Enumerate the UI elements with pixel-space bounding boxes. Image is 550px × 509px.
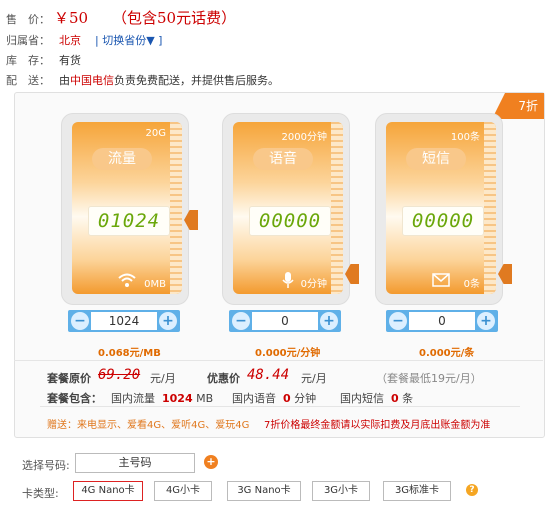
voice-title: 语音 [253, 148, 313, 170]
voice-digits: 00000 [249, 206, 331, 236]
data-value-input[interactable]: 1024 [91, 312, 157, 330]
included-sms: 国内短信 0 条 [340, 392, 414, 405]
included-voice: 国内语音 0 分钟 [232, 392, 317, 405]
card-type-3g-standard[interactable]: 3G标准卡 [383, 481, 451, 501]
data-card: 20G 流量 01024 0MB [61, 113, 198, 305]
microphone-icon [282, 272, 294, 288]
sms-max: 100条 [450, 132, 480, 143]
data-title: 流量 [92, 148, 152, 170]
sms-rate: 0.000元/条 [419, 348, 475, 359]
number-label: 选择号码: [22, 459, 70, 472]
data-min: 0MB [144, 279, 166, 290]
sms-title: 短信 [406, 148, 466, 170]
sms-scale[interactable] [484, 122, 496, 294]
data-plus-button[interactable]: + [159, 312, 177, 330]
region-switch-link[interactable]: | 切换省份▼ ] [95, 32, 162, 48]
sms-plus-button[interactable]: + [477, 312, 495, 330]
voice-card: 2000分钟 语音 00000 0分钟 [222, 113, 359, 305]
voice-scale[interactable] [331, 122, 343, 294]
delivery-text: 由中国电信负责免费配送，并提供售后服务。 [59, 74, 279, 87]
discount-badge: 7折 [492, 93, 544, 119]
orig-price-value: 69.20 [98, 367, 141, 383]
number-select[interactable]: 主号码 [75, 453, 195, 473]
voice-max: 2000分钟 [281, 132, 327, 143]
orig-price-label: 套餐原价 [47, 372, 91, 385]
disclaimer-text: 7折价格最终金额请以实际扣费及月底出账金额为准 [264, 420, 491, 431]
voice-min: 0分钟 [300, 279, 327, 290]
card-type-3g-nano[interactable]: 3G Nano卡 [227, 481, 301, 501]
sms-digits: 00000 [402, 206, 484, 236]
sms-minus-button[interactable]: − [389, 312, 407, 330]
data-max: 20G [145, 128, 166, 139]
stock-value: 有货 [59, 54, 81, 67]
min-price-note: （套餐最低19元/月） [376, 372, 482, 385]
orig-price-unit: 元/月 [150, 372, 176, 385]
stock-label: 库 存： [6, 54, 50, 67]
sms-slider-handle[interactable] [498, 264, 512, 284]
divider-2 [40, 406, 520, 407]
region-label: 归属省： [6, 34, 50, 47]
price-note: （包含50元话费） [112, 9, 237, 27]
data-rate: 0.068元/MB [98, 348, 161, 359]
voice-plus-button[interactable]: + [320, 312, 338, 330]
sms-card: 100条 短信 00000 0条 [375, 113, 512, 305]
data-minus-button[interactable]: − [71, 312, 89, 330]
voice-stepper: − 0 + [229, 310, 341, 332]
price-label: 售 价： [6, 13, 50, 26]
data-slider-handle[interactable] [184, 210, 198, 230]
data-scale[interactable] [170, 122, 182, 294]
delivery-label: 配 送： [6, 74, 50, 87]
voice-rate: 0.000元/分钟 [255, 348, 321, 359]
data-stepper: − 1024 + [68, 310, 180, 332]
envelope-icon [432, 273, 450, 287]
wifi-icon [118, 273, 136, 287]
help-icon[interactable]: ? [466, 484, 478, 496]
voice-value-input[interactable]: 0 [252, 312, 318, 330]
disc-price-unit: 元/月 [301, 372, 327, 385]
card-type-3g-small[interactable]: 3G小卡 [312, 481, 370, 501]
disc-price-label: 优惠价 [207, 372, 240, 385]
divider [14, 360, 543, 361]
sms-stepper: − 0 + [386, 310, 498, 332]
card-type-4g-small[interactable]: 4G小卡 [154, 481, 212, 501]
voice-minus-button[interactable]: − [232, 312, 250, 330]
price-value: ￥50 [54, 9, 89, 27]
sms-min: 0条 [463, 279, 480, 290]
add-number-icon[interactable]: + [204, 455, 218, 469]
region-switch-label: 切换省份▼ [102, 34, 155, 47]
disc-price-value: 48.44 [247, 367, 290, 383]
card-type-4g-nano[interactable]: 4G Nano卡 [73, 481, 143, 501]
card-type-label: 卡类型: [22, 487, 59, 500]
included-data: 国内流量 1024 MB [111, 392, 214, 405]
voice-slider-handle[interactable] [345, 264, 359, 284]
included-label: 套餐包含： [47, 392, 102, 405]
gift-text: 赠送：来电显示、爱看4G、爱听4G、爱玩4G [47, 420, 250, 431]
data-digits: 01024 [88, 206, 170, 236]
sms-value-input[interactable]: 0 [409, 312, 475, 330]
region-value: 北京 [59, 34, 81, 47]
